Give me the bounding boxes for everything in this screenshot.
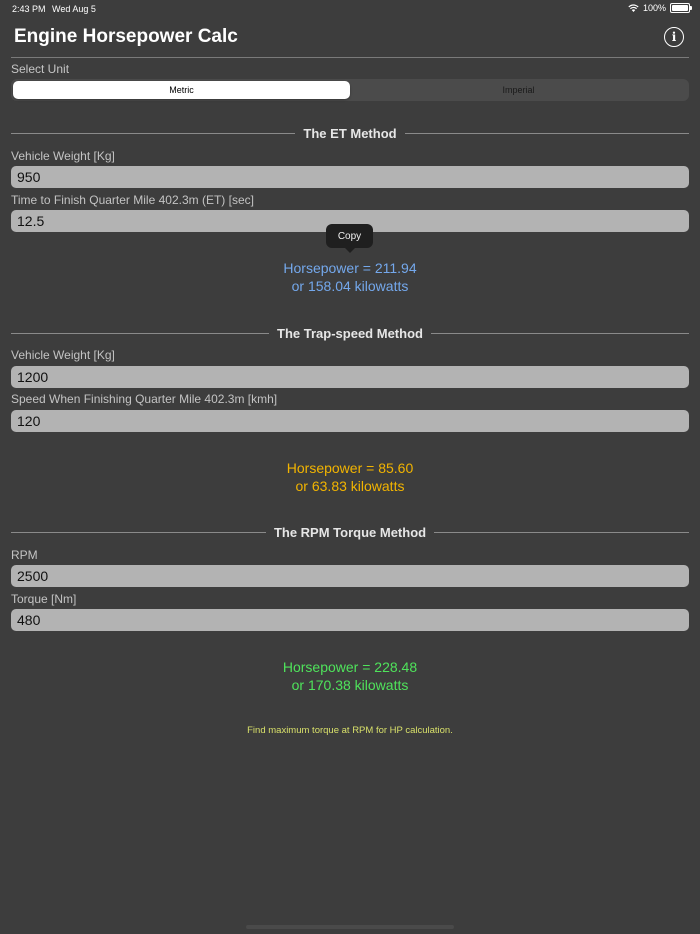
et-weight-label: Vehicle Weight [Kg] [11,149,115,163]
select-unit-label: Select Unit [11,62,70,76]
status-right: 100% [628,3,692,13]
footnote: Find maximum torque at RPM for HP calcul… [247,725,453,736]
wifi-icon [628,4,639,12]
et-result: Horsepower = 211.94 or 158.04 kilowatts [0,259,700,295]
trap-result-kw: or 63.83 kilowatts [295,478,405,494]
rpm-field[interactable]: 2500 [11,565,689,587]
home-indicator[interactable] [246,925,454,929]
status-date: Wed Aug 5 [52,4,96,14]
status-bar: 2:43 PM Wed Aug 5 100% [0,0,700,18]
et-result-hp: Horsepower = 211.94 [283,260,417,276]
rpm-result: Horsepower = 228.48 or 170.38 kilowatts [0,658,700,694]
trap-speed-field[interactable]: 120 [11,410,689,432]
et-method-title: The ET Method [303,125,397,141]
trap-method-heading: The Trap-speed Method [11,325,689,341]
divider [11,132,296,134]
divider [430,332,689,334]
divider [404,132,690,134]
trap-result-hp: Horsepower = 85.60 [286,460,414,476]
trap-weight-field[interactable]: 1200 [11,366,689,388]
trap-speed-label: Speed When Finishing Quarter Mile 402.3m… [11,392,278,406]
torque-field[interactable]: 480 [11,609,689,631]
rpm-method-heading: The RPM Torque Method [11,524,690,540]
divider [11,332,270,334]
segment-imperial[interactable]: Imperial [350,81,687,99]
rpm-label: RPM [11,548,38,562]
unit-segmented-control: Metric Imperial [11,79,689,101]
et-weight-field[interactable]: 950 [11,166,689,188]
torque-label: Torque [Nm] [11,592,77,606]
et-method-heading: The ET Method [11,125,690,141]
rpm-result-kw: or 170.38 kilowatts [291,677,409,693]
et-time-label: Time to Finish Quarter Mile 402.3m (ET) … [11,193,254,207]
battery-percent: 100% [642,3,666,13]
app-title: Engine Horsepower Calc [14,26,238,47]
copy-tooltip[interactable]: Copy [326,224,373,253]
info-glyph: i [671,30,677,44]
divider [434,531,690,533]
header-divider [11,57,689,58]
info-icon[interactable]: i [664,27,684,47]
trap-method-title: The Trap-speed Method [277,325,423,341]
segment-metric[interactable]: Metric [13,81,350,99]
et-result-kw: or 158.04 kilowatts [291,278,409,294]
rpm-method-title: The RPM Torque Method [273,524,427,540]
status-time: 2:43 PM [12,4,46,14]
divider [11,531,266,533]
trap-result: Horsepower = 85.60 or 63.83 kilowatts [0,459,700,495]
battery-icon [670,3,692,13]
rpm-result-hp: Horsepower = 228.48 [282,659,418,675]
trap-weight-label: Vehicle Weight [Kg] [11,348,115,362]
